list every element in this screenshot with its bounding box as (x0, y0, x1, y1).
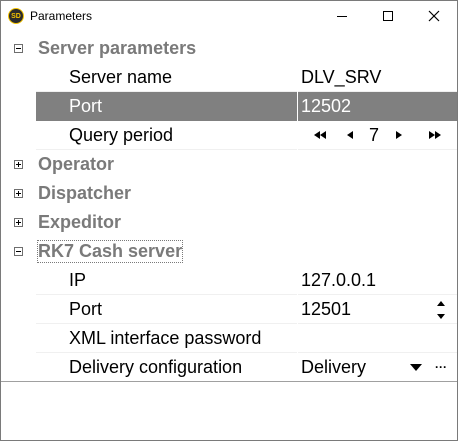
property-name: XML interface password (69, 328, 262, 348)
property-name: Query period (69, 125, 174, 145)
dropdown-arrow-icon (410, 363, 422, 371)
property-row-ip[interactable]: IP 127.0.0.1 (1, 266, 457, 295)
delivery-configuration-value[interactable]: Delivery (301, 357, 366, 378)
category-server-parameters[interactable]: Server parameters (1, 34, 457, 63)
chevron-down-icon (437, 313, 445, 319)
expand-icon[interactable] (14, 160, 23, 169)
last-button[interactable] (424, 124, 446, 146)
port-value[interactable]: 12502 (301, 96, 351, 117)
description-panel (1, 381, 457, 440)
property-name: IP (69, 270, 87, 290)
parameters-window: SD Parameters Server parameters Server n… (0, 0, 458, 441)
property-name: Server name (69, 67, 173, 87)
minimize-button[interactable] (319, 1, 365, 31)
category-label: Server parameters (38, 38, 197, 58)
maximize-icon (383, 11, 393, 21)
query-period-value[interactable]: 7 (369, 125, 379, 146)
property-row-delivery-configuration[interactable]: Delivery configuration Delivery ··· (1, 353, 457, 382)
category-expeditor[interactable]: Expeditor (1, 208, 457, 237)
category-operator[interactable]: Operator (1, 150, 457, 179)
next-button[interactable] (392, 124, 406, 146)
property-name: Port (69, 299, 103, 319)
property-grid: Server parameters Server name DLV_SRV Po… (1, 31, 457, 382)
left-arrow-icon (347, 131, 353, 139)
category-rk7-cash-server[interactable]: RK7 Cash server (1, 237, 457, 266)
category-dispatcher[interactable]: Dispatcher (1, 179, 457, 208)
collapse-icon[interactable] (14, 247, 23, 256)
expand-icon[interactable] (14, 189, 23, 198)
title-bar[interactable]: SD Parameters (1, 1, 457, 31)
property-row-server-name[interactable]: Server name DLV_SRV (1, 63, 457, 92)
double-left-arrow-icon (314, 131, 326, 139)
property-row-query-period[interactable]: Query period 7 (1, 121, 457, 150)
category-label: Expeditor (38, 212, 122, 232)
property-name: Port (69, 96, 103, 116)
chevron-up-icon (437, 300, 445, 306)
close-button[interactable] (411, 1, 457, 31)
dropdown-button[interactable] (405, 356, 427, 378)
right-arrow-icon (396, 131, 402, 139)
property-row-cash-port[interactable]: Port 12501 (1, 295, 457, 324)
property-row-port[interactable]: Port 12502 (1, 92, 457, 121)
previous-button[interactable] (343, 124, 357, 146)
collapse-icon[interactable] (14, 44, 23, 53)
stepper-down-button[interactable] (429, 310, 453, 322)
category-label: Dispatcher (38, 183, 132, 203)
property-row-xml-password[interactable]: XML interface password (1, 324, 457, 353)
ip-value[interactable]: 127.0.0.1 (301, 270, 376, 291)
close-icon (428, 10, 440, 22)
double-right-arrow-icon (429, 131, 441, 139)
first-button[interactable] (309, 124, 331, 146)
property-name: Delivery configuration (69, 357, 243, 377)
minimize-icon (337, 16, 347, 17)
app-logo-icon: SD (8, 8, 24, 24)
ellipsis-button[interactable]: ··· (430, 356, 452, 378)
maximize-button[interactable] (365, 1, 411, 31)
category-label: RK7 Cash server (36, 240, 184, 263)
server-name-value[interactable]: DLV_SRV (301, 67, 381, 88)
category-label: Operator (38, 154, 115, 174)
port-stepper[interactable] (429, 297, 453, 322)
stepper-up-button[interactable] (429, 297, 453, 309)
window-title: Parameters (30, 9, 93, 23)
expand-icon[interactable] (14, 218, 23, 227)
cash-port-value[interactable]: 12501 (301, 299, 351, 320)
